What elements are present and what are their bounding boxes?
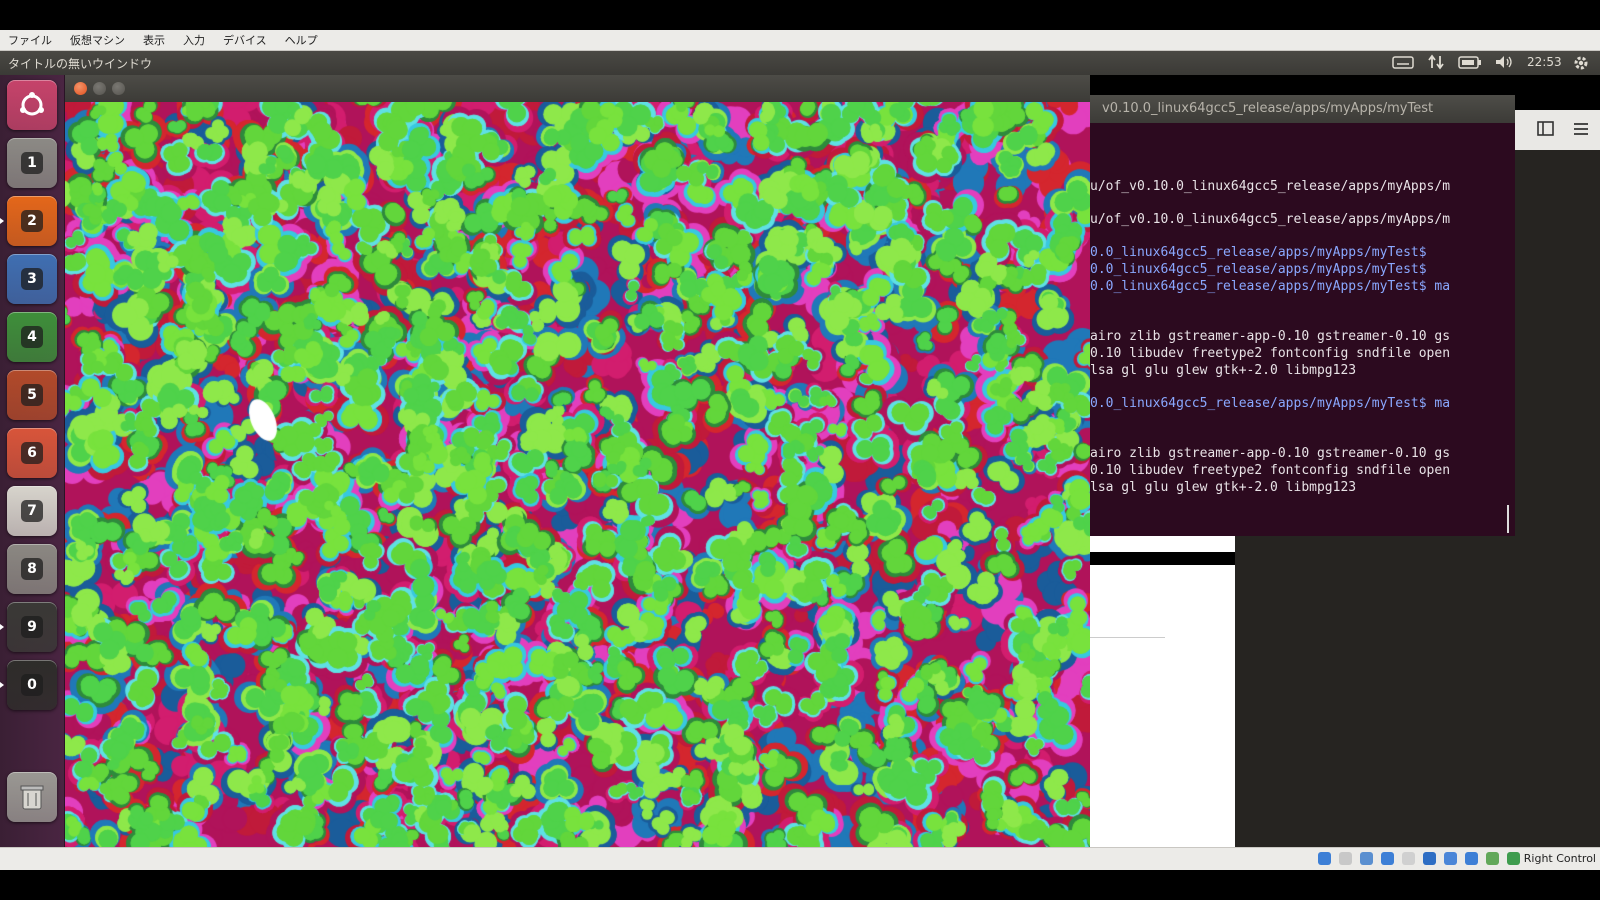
art-canvas[interactable] xyxy=(65,102,1090,847)
battery-icon[interactable] xyxy=(1458,54,1482,73)
launcher-number-badge: 0 xyxy=(21,674,43,696)
menu-help[interactable]: ヘルプ xyxy=(285,32,318,48)
launcher-writer-icon[interactable]: 3 xyxy=(7,254,57,304)
background-app-toolbar xyxy=(1515,110,1600,150)
launcher-ubuntu-dash-icon[interactable] xyxy=(7,80,57,130)
hdd-icon[interactable] xyxy=(1318,852,1331,865)
terminal-line: lsa gl glu glew gtk+-2.0 libmpg123 xyxy=(1090,480,1357,495)
launcher-number-badge: 5 xyxy=(21,384,43,406)
launcher-number-badge: 8 xyxy=(21,558,43,580)
close-button[interactable] xyxy=(74,82,87,95)
session-gear-icon[interactable] xyxy=(1572,54,1590,75)
terminal-line: airo zlib gstreamer-app-0.10 gstreamer-0… xyxy=(1090,446,1451,461)
menu-view[interactable]: 表示 xyxy=(143,32,165,48)
launcher-settings-icon[interactable]: 8 xyxy=(7,544,57,594)
app-titlebar[interactable] xyxy=(65,75,1090,102)
menu-devices[interactable]: デバイス xyxy=(223,32,267,48)
launcher-amazon-icon[interactable]: 7 xyxy=(7,486,57,536)
terminal-line: airo zlib gstreamer-app-0.10 gstreamer-0… xyxy=(1090,329,1451,344)
terminal-line: 0.0_linux64gcc5_release/apps/myApps/myTe… xyxy=(1090,262,1427,277)
app-window xyxy=(65,75,1090,847)
launcher-trash-icon[interactable] xyxy=(7,772,57,822)
launcher-firefox-icon[interactable]: 2 xyxy=(7,196,57,246)
network-icon[interactable] xyxy=(1428,54,1444,73)
launcher-number-badge: 3 xyxy=(21,268,43,290)
unity-launcher: 1 2 3 4 5 6 7 8 9 0 xyxy=(0,75,65,847)
maximize-button[interactable] xyxy=(112,82,125,95)
generative-art-canvas[interactable] xyxy=(65,102,1090,847)
optical-icon[interactable] xyxy=(1339,852,1352,865)
keyboard-icon[interactable] xyxy=(1392,54,1414,73)
terminal-title: v0.10.0_linux64gcc5_release/apps/myApps/… xyxy=(1090,95,1515,123)
host-key-label: Right Control xyxy=(1523,852,1596,865)
launcher-number-badge: 4 xyxy=(21,326,43,348)
terminal-line: lsa gl glu glew gtk+-2.0 libmpg123 xyxy=(1090,363,1357,378)
terminal-window[interactable]: v0.10.0_linux64gcc5_release/apps/myApps/… xyxy=(1090,95,1515,536)
launcher-number-badge: 9 xyxy=(21,616,43,638)
menu-machine[interactable]: 仮想マシン xyxy=(70,32,125,48)
background-document xyxy=(1090,565,1235,847)
launcher-impress-icon[interactable]: 5 xyxy=(7,370,57,420)
terminal-scrollbar[interactable] xyxy=(1507,505,1509,533)
host-menubar: ファイル 仮想マシン 表示 入力 デバイス ヘルプ xyxy=(0,30,1600,51)
menu-icon xyxy=(1574,123,1588,135)
trash-can-icon xyxy=(20,785,44,810)
menu-file[interactable]: ファイル xyxy=(8,32,52,48)
top-panel: タイトルの無いウインドウ 22:53 xyxy=(0,51,1600,75)
network-status-icon[interactable] xyxy=(1465,852,1478,865)
sidebar-toggle-icon xyxy=(1537,121,1554,136)
launcher-calc-icon[interactable]: 4 xyxy=(7,312,57,362)
background-panel xyxy=(1090,536,1235,552)
volume-icon[interactable] xyxy=(1494,54,1514,73)
terminal-line: 0.10 libudev freetype2 fontconfig sndfil… xyxy=(1090,346,1451,361)
launcher-workspace-icon[interactable]: 1 xyxy=(7,138,57,188)
vbox-statusbar: Right Control xyxy=(0,847,1600,870)
launcher-app-icon[interactable]: 0 xyxy=(7,660,57,710)
display-icon[interactable] xyxy=(1423,852,1436,865)
launcher-running-indicator xyxy=(0,682,4,688)
guest-additions-icon[interactable] xyxy=(1507,852,1520,865)
launcher-number-badge: 2 xyxy=(21,210,43,232)
shared-folder-icon[interactable] xyxy=(1402,852,1415,865)
menu-input[interactable]: 入力 xyxy=(183,32,205,48)
launcher-running-indicator xyxy=(0,218,4,224)
terminal-line: 0.0_linux64gcc5_release/apps/myApps/myTe… xyxy=(1090,396,1451,411)
mouse-integration-icon[interactable] xyxy=(1486,852,1499,865)
window-title: タイトルの無いウインドウ xyxy=(8,57,153,71)
terminal-line: 0.0_linux64gcc5_release/apps/myApps/myTe… xyxy=(1090,245,1427,260)
terminal-line: 0.0_linux64gcc5_release/apps/myApps/myTe… xyxy=(1090,279,1451,294)
launcher-number-badge: 7 xyxy=(21,500,43,522)
ubuntu-logo-icon xyxy=(20,92,44,116)
launcher-terminal-icon[interactable]: 9 xyxy=(7,602,57,652)
launcher-number-badge: 1 xyxy=(21,152,43,174)
launcher-running-indicator xyxy=(0,624,4,630)
terminal-line: 0.10 libudev freetype2 fontconfig sndfil… xyxy=(1090,463,1451,478)
launcher-number-badge: 6 xyxy=(21,442,43,464)
audio-icon[interactable] xyxy=(1360,852,1373,865)
launcher-software-center-icon[interactable]: 6 xyxy=(7,428,57,478)
minimize-button[interactable] xyxy=(93,82,106,95)
terminal-line: u/of_v0.10.0_linux64gcc5_release/apps/my… xyxy=(1090,212,1451,227)
video-capture-icon[interactable] xyxy=(1444,852,1457,865)
usb-icon[interactable] xyxy=(1381,852,1394,865)
clock[interactable]: 22:53 xyxy=(1527,55,1562,69)
terminal-line: u/of_v0.10.0_linux64gcc5_release/apps/my… xyxy=(1090,179,1451,194)
